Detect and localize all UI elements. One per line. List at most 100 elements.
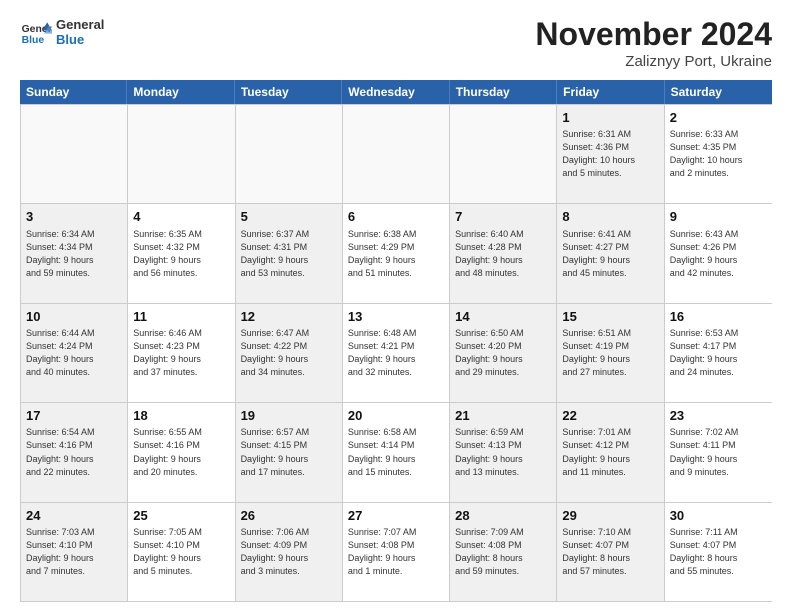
cal-cell-w3-d6: 15Sunrise: 6:51 AM Sunset: 4:19 PM Dayli… xyxy=(557,304,664,402)
cell-info: Sunrise: 6:40 AM Sunset: 4:28 PM Dayligh… xyxy=(455,228,551,280)
cell-info: Sunrise: 6:48 AM Sunset: 4:21 PM Dayligh… xyxy=(348,327,444,379)
cell-info: Sunrise: 6:34 AM Sunset: 4:34 PM Dayligh… xyxy=(26,228,122,280)
cell-info: Sunrise: 6:59 AM Sunset: 4:13 PM Dayligh… xyxy=(455,426,551,478)
header-saturday: Saturday xyxy=(665,80,772,104)
cal-cell-w1-d3 xyxy=(236,105,343,203)
cal-cell-w3-d5: 14Sunrise: 6:50 AM Sunset: 4:20 PM Dayli… xyxy=(450,304,557,402)
day-number: 13 xyxy=(348,308,444,326)
cal-cell-w2-d2: 4 Sunrise: 6:35 AM Sunset: 4:32 PM Daylig… xyxy=(128,204,235,302)
calendar: Sunday Monday Tuesday Wednesday Thursday… xyxy=(20,80,772,602)
day-number: 30 xyxy=(670,507,767,525)
header-thursday: Thursday xyxy=(450,80,557,104)
cell-info: Sunrise: 7:09 AM Sunset: 4:08 PM Dayligh… xyxy=(455,526,551,578)
day-number: 19 xyxy=(241,407,337,425)
week-row-3: 10Sunrise: 6:44 AM Sunset: 4:24 PM Dayli… xyxy=(21,303,772,402)
cell-info: Sunrise: 6:31 AM Sunset: 4:36 PM Dayligh… xyxy=(562,128,658,180)
cal-cell-w5-d3: 26Sunrise: 7:06 AM Sunset: 4:09 PM Dayli… xyxy=(236,503,343,601)
cal-cell-w4-d7: 23Sunrise: 7:02 AM Sunset: 4:11 PM Dayli… xyxy=(665,403,772,501)
title-block: November 2024 Zaliznyy Port, Ukraine xyxy=(535,16,772,70)
day-number: 18 xyxy=(133,407,229,425)
week-row-5: 24Sunrise: 7:03 AM Sunset: 4:10 PM Dayli… xyxy=(21,502,772,601)
cell-info: Sunrise: 7:11 AM Sunset: 4:07 PM Dayligh… xyxy=(670,526,767,578)
day-number: 17 xyxy=(26,407,122,425)
cell-info: Sunrise: 7:10 AM Sunset: 4:07 PM Dayligh… xyxy=(562,526,658,578)
cell-info: Sunrise: 7:05 AM Sunset: 4:10 PM Dayligh… xyxy=(133,526,229,578)
day-number: 4 xyxy=(133,208,229,226)
day-number: 14 xyxy=(455,308,551,326)
cal-cell-w3-d2: 11Sunrise: 6:46 AM Sunset: 4:23 PM Dayli… xyxy=(128,304,235,402)
day-number: 5 xyxy=(241,208,337,226)
cal-cell-w3-d4: 13Sunrise: 6:48 AM Sunset: 4:21 PM Dayli… xyxy=(343,304,450,402)
cell-info: Sunrise: 6:57 AM Sunset: 4:15 PM Dayligh… xyxy=(241,426,337,478)
cal-cell-w1-d5 xyxy=(450,105,557,203)
svg-text:Blue: Blue xyxy=(22,35,45,46)
subtitle: Zaliznyy Port, Ukraine xyxy=(535,53,772,70)
cell-info: Sunrise: 6:41 AM Sunset: 4:27 PM Dayligh… xyxy=(562,228,658,280)
logo-line2: Blue xyxy=(56,32,104,47)
calendar-header: Sunday Monday Tuesday Wednesday Thursday… xyxy=(20,80,772,104)
day-number: 21 xyxy=(455,407,551,425)
logo-icon: General Blue xyxy=(20,16,52,48)
cell-info: Sunrise: 6:35 AM Sunset: 4:32 PM Dayligh… xyxy=(133,228,229,280)
calendar-body: 1Sunrise: 6:31 AM Sunset: 4:36 PM Daylig… xyxy=(20,104,772,602)
day-number: 7 xyxy=(455,208,551,226)
logo: General Blue General Blue xyxy=(20,16,104,48)
cell-info: Sunrise: 7:06 AM Sunset: 4:09 PM Dayligh… xyxy=(241,526,337,578)
cell-info: Sunrise: 6:50 AM Sunset: 4:20 PM Dayligh… xyxy=(455,327,551,379)
cell-info: Sunrise: 7:07 AM Sunset: 4:08 PM Dayligh… xyxy=(348,526,444,578)
week-row-1: 1Sunrise: 6:31 AM Sunset: 4:36 PM Daylig… xyxy=(21,104,772,203)
header: General Blue General Blue November 2024 … xyxy=(20,16,772,70)
cal-cell-w2-d4: 6 Sunrise: 6:38 AM Sunset: 4:29 PM Daylig… xyxy=(343,204,450,302)
day-number: 1 xyxy=(562,109,658,127)
cal-cell-w3-d1: 10Sunrise: 6:44 AM Sunset: 4:24 PM Dayli… xyxy=(21,304,128,402)
cal-cell-w2-d1: 3 Sunrise: 6:34 AM Sunset: 4:34 PM Daylig… xyxy=(21,204,128,302)
header-friday: Friday xyxy=(557,80,664,104)
cal-cell-w2-d7: 9 Sunrise: 6:43 AM Sunset: 4:26 PM Daylig… xyxy=(665,204,772,302)
cal-cell-w4-d4: 20Sunrise: 6:58 AM Sunset: 4:14 PM Dayli… xyxy=(343,403,450,501)
cal-cell-w4-d5: 21Sunrise: 6:59 AM Sunset: 4:13 PM Dayli… xyxy=(450,403,557,501)
cell-info: Sunrise: 7:01 AM Sunset: 4:12 PM Dayligh… xyxy=(562,426,658,478)
cell-info: Sunrise: 6:33 AM Sunset: 4:35 PM Dayligh… xyxy=(670,128,767,180)
cal-cell-w5-d5: 28Sunrise: 7:09 AM Sunset: 4:08 PM Dayli… xyxy=(450,503,557,601)
cal-cell-w2-d5: 7 Sunrise: 6:40 AM Sunset: 4:28 PM Daylig… xyxy=(450,204,557,302)
cell-info: Sunrise: 6:55 AM Sunset: 4:16 PM Dayligh… xyxy=(133,426,229,478)
day-number: 23 xyxy=(670,407,767,425)
cal-cell-w5-d1: 24Sunrise: 7:03 AM Sunset: 4:10 PM Dayli… xyxy=(21,503,128,601)
day-number: 12 xyxy=(241,308,337,326)
cal-cell-w2-d6: 8 Sunrise: 6:41 AM Sunset: 4:27 PM Daylig… xyxy=(557,204,664,302)
cell-info: Sunrise: 6:43 AM Sunset: 4:26 PM Dayligh… xyxy=(670,228,767,280)
day-number: 9 xyxy=(670,208,767,226)
cal-cell-w1-d4 xyxy=(343,105,450,203)
day-number: 15 xyxy=(562,308,658,326)
day-number: 11 xyxy=(133,308,229,326)
day-number: 20 xyxy=(348,407,444,425)
cell-info: Sunrise: 6:46 AM Sunset: 4:23 PM Dayligh… xyxy=(133,327,229,379)
header-monday: Monday xyxy=(127,80,234,104)
day-number: 25 xyxy=(133,507,229,525)
day-number: 8 xyxy=(562,208,658,226)
cal-cell-w5-d6: 29Sunrise: 7:10 AM Sunset: 4:07 PM Dayli… xyxy=(557,503,664,601)
cal-cell-w1-d6: 1Sunrise: 6:31 AM Sunset: 4:36 PM Daylig… xyxy=(557,105,664,203)
header-tuesday: Tuesday xyxy=(235,80,342,104)
cell-info: Sunrise: 6:44 AM Sunset: 4:24 PM Dayligh… xyxy=(26,327,122,379)
day-number: 6 xyxy=(348,208,444,226)
cal-cell-w4-d3: 19Sunrise: 6:57 AM Sunset: 4:15 PM Dayli… xyxy=(236,403,343,501)
day-number: 2 xyxy=(670,109,767,127)
month-title: November 2024 xyxy=(535,16,772,53)
day-number: 22 xyxy=(562,407,658,425)
cell-info: Sunrise: 6:58 AM Sunset: 4:14 PM Dayligh… xyxy=(348,426,444,478)
week-row-4: 17Sunrise: 6:54 AM Sunset: 4:16 PM Dayli… xyxy=(21,402,772,501)
header-sunday: Sunday xyxy=(20,80,127,104)
cal-cell-w1-d2 xyxy=(128,105,235,203)
cell-info: Sunrise: 6:54 AM Sunset: 4:16 PM Dayligh… xyxy=(26,426,122,478)
cell-info: Sunrise: 6:51 AM Sunset: 4:19 PM Dayligh… xyxy=(562,327,658,379)
cal-cell-w4-d6: 22Sunrise: 7:01 AM Sunset: 4:12 PM Dayli… xyxy=(557,403,664,501)
day-number: 16 xyxy=(670,308,767,326)
week-row-2: 3 Sunrise: 6:34 AM Sunset: 4:34 PM Daylig… xyxy=(21,203,772,302)
cal-cell-w5-d7: 30Sunrise: 7:11 AM Sunset: 4:07 PM Dayli… xyxy=(665,503,772,601)
cal-cell-w1-d1 xyxy=(21,105,128,203)
cell-info: Sunrise: 7:02 AM Sunset: 4:11 PM Dayligh… xyxy=(670,426,767,478)
day-number: 3 xyxy=(26,208,122,226)
cell-info: Sunrise: 6:38 AM Sunset: 4:29 PM Dayligh… xyxy=(348,228,444,280)
day-number: 26 xyxy=(241,507,337,525)
